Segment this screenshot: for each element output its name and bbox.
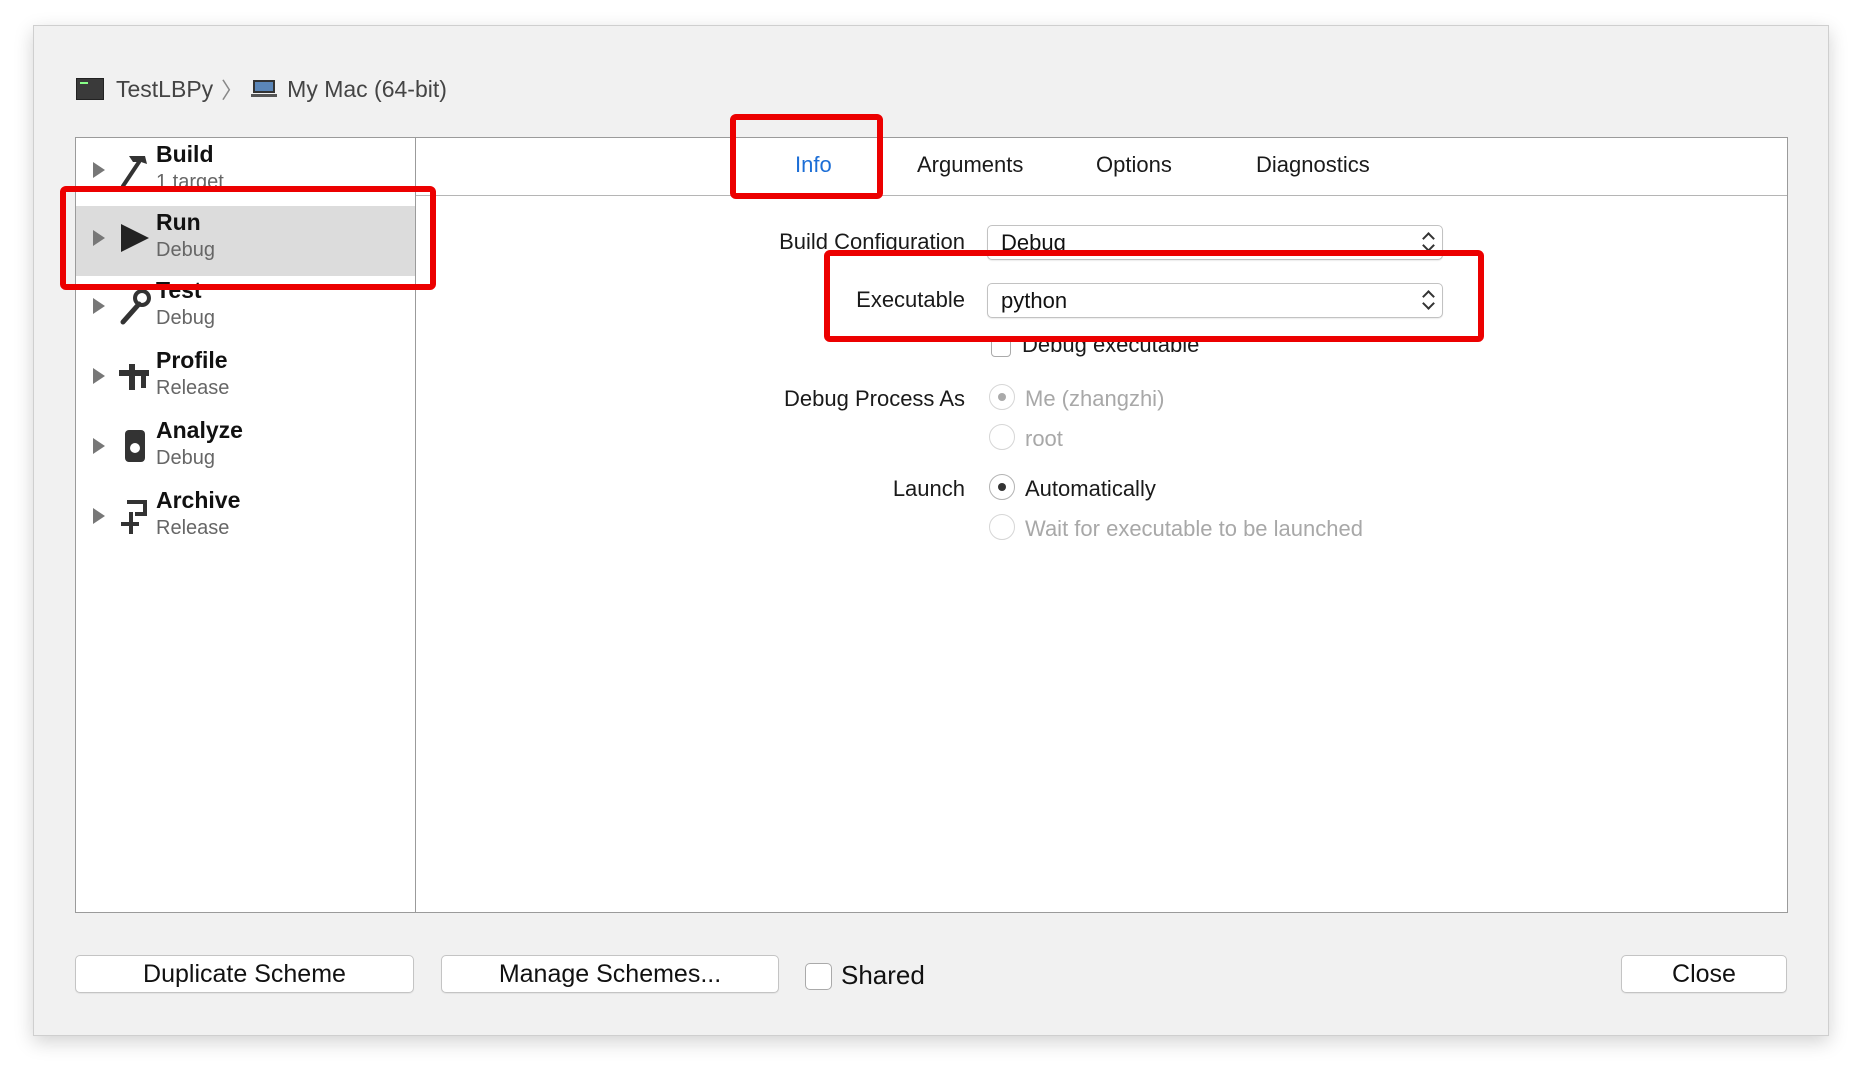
radio-root[interactable] (989, 424, 1015, 450)
hammer-icon (116, 150, 152, 190)
debug-executable-label: Debug executable (1022, 332, 1200, 357)
tab-diagnostics[interactable]: Diagnostics (1256, 152, 1370, 178)
shared-label: Shared (841, 960, 925, 990)
profile-icon (116, 356, 152, 396)
debug-executable-checkbox[interactable] (991, 337, 1011, 357)
breadcrumb: TestLBPy 〉 My Mac (64-bit) (76, 72, 447, 106)
sidebar-item-subtitle: 1 target (156, 171, 224, 193)
executable-popup[interactable]: python (987, 283, 1443, 318)
build-configuration-label: Build Configuration (779, 229, 965, 254)
sidebar-item-build[interactable]: Build 1 target (76, 138, 415, 208)
sidebar-item-subtitle: Release (156, 377, 230, 399)
tab-options[interactable]: Options (1096, 152, 1172, 178)
sidebar-item-title: Profile (156, 347, 228, 373)
disclosure-triangle-icon[interactable] (93, 230, 105, 246)
disclosure-triangle-icon[interactable] (93, 438, 105, 454)
duplicate-scheme-button[interactable]: Duplicate Scheme (75, 955, 414, 993)
sidebar-item-title: Build (156, 141, 214, 167)
sidebar-item-subtitle: Debug (156, 447, 215, 469)
scheme-actions-sidebar: Build 1 target Run Debug Test Debug Prof… (76, 138, 416, 912)
radio-automatically[interactable] (989, 474, 1015, 500)
up-down-chevron-icon (1422, 231, 1434, 253)
executable-value: python (1001, 288, 1068, 313)
radio-automatically-label: Automatically (1025, 476, 1156, 501)
launch-label: Launch (892, 476, 965, 501)
laptop-icon (251, 80, 278, 98)
sidebar-item-title: Run (156, 209, 201, 235)
sidebar-item-title: Archive (156, 487, 241, 513)
close-button[interactable]: Close (1621, 955, 1787, 993)
terminal-app-icon (76, 78, 104, 100)
disclosure-triangle-icon[interactable] (93, 368, 105, 384)
shared-checkbox[interactable] (805, 963, 832, 990)
archive-icon (116, 496, 152, 536)
analyze-icon (116, 426, 152, 466)
disclosure-triangle-icon[interactable] (93, 162, 105, 178)
debug-process-as-label: Debug Process As (784, 386, 965, 411)
sidebar-item-profile[interactable]: Profile Release (76, 344, 415, 414)
scheme-name[interactable]: TestLBPy (116, 76, 213, 103)
sidebar-item-test[interactable]: Test Debug (76, 274, 415, 344)
tab-arguments[interactable]: Arguments (917, 152, 1023, 178)
disclosure-triangle-icon[interactable] (93, 508, 105, 524)
disclosure-triangle-icon[interactable] (93, 298, 105, 314)
build-configuration-popup[interactable]: Debug (987, 225, 1443, 260)
radio-me[interactable] (989, 384, 1015, 410)
sidebar-item-analyze[interactable]: Analyze Debug (76, 414, 415, 484)
sidebar-item-title: Analyze (156, 417, 243, 443)
radio-wait-for-executable[interactable] (989, 514, 1015, 540)
radio-root-label: root (1025, 426, 1063, 451)
play-icon (116, 218, 152, 258)
sidebar-item-subtitle: Debug (156, 239, 215, 261)
radio-me-label: Me (zhangzhi) (1025, 386, 1165, 411)
sidebar-item-title: Test (156, 277, 202, 303)
up-down-chevron-icon (1422, 289, 1434, 311)
sidebar-item-subtitle: Release (156, 517, 230, 539)
wrench-icon (116, 286, 152, 326)
build-configuration-value: Debug (1001, 230, 1066, 255)
sidebar-item-run[interactable]: Run Debug (76, 206, 415, 276)
manage-schemes-button[interactable]: Manage Schemes... (441, 955, 779, 993)
executable-label: Executable (856, 287, 965, 312)
sidebar-item-archive[interactable]: Archive Release (76, 484, 415, 554)
tab-bar: Info Arguments Options Diagnostics (416, 138, 1787, 196)
radio-wait-for-executable-label: Wait for executable to be launched (1025, 516, 1363, 541)
sidebar-item-subtitle: Debug (156, 307, 215, 329)
destination-name[interactable]: My Mac (64-bit) (287, 76, 447, 103)
chevron-right-icon: 〉 (221, 78, 244, 103)
tab-info[interactable]: Info (795, 152, 832, 178)
